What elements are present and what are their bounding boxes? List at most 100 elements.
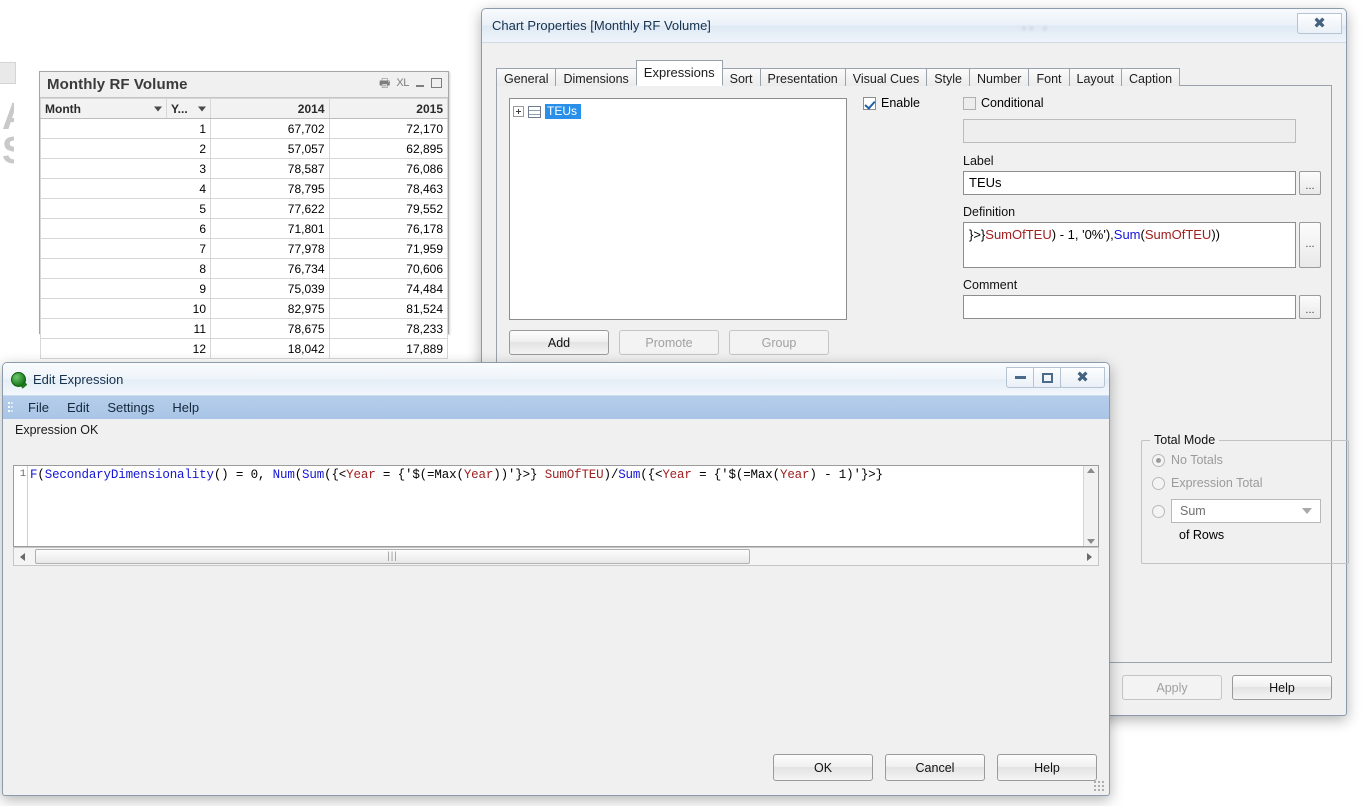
definition-input[interactable]: }>} SumOfTEU) - 1, '0%'), Sum(SumOfTEU)) [963, 221, 1296, 268]
cell-month[interactable]: 10 [40, 298, 211, 319]
cell-2015[interactable]: 78,233 [328, 318, 448, 339]
edit-expression-menubar[interactable]: File Edit Settings Help [3, 395, 1109, 419]
table-caption-bar[interactable]: Monthly RF Volume 🖶 XL [40, 72, 448, 98]
close-icon[interactable]: ✖ [1060, 367, 1105, 388]
cell-2014[interactable]: 78,587 [210, 158, 330, 179]
restore-icon[interactable] [1033, 367, 1061, 388]
column-header-2014[interactable]: 2014 [210, 98, 330, 119]
expression-tree[interactable]: TEUs [509, 98, 847, 320]
conditional-input[interactable] [963, 118, 1296, 143]
table-row[interactable]: 5 77,622 79,552 [40, 198, 448, 219]
cell-2014[interactable]: 75,039 [210, 278, 330, 299]
cell-2015[interactable]: 74,484 [328, 278, 448, 299]
cell-month[interactable]: 6 [40, 218, 211, 239]
scroll-right-icon[interactable] [1081, 548, 1098, 565]
column-header-month[interactable]: Month [40, 98, 167, 119]
table-row[interactable]: 4 78,795 78,463 [40, 178, 448, 199]
tab-expressions[interactable]: Expressions [635, 60, 723, 86]
cell-2014[interactable]: 78,675 [210, 318, 330, 339]
help-button[interactable]: Help [1232, 675, 1332, 700]
maximize-icon[interactable] [431, 78, 442, 88]
cell-2014[interactable]: 57,057 [210, 138, 330, 159]
label-input[interactable]: TEUs [963, 170, 1296, 195]
minimize-icon[interactable] [415, 78, 425, 88]
total-aggregation-select[interactable]: Sum [1171, 499, 1321, 523]
expression-tree-buttons[interactable]: Add Promote Group [509, 330, 847, 355]
table-row[interactable]: 6 71,801 76,178 [40, 218, 448, 239]
table-row[interactable]: 9 75,039 74,484 [40, 278, 448, 299]
chevron-down-icon[interactable] [154, 106, 162, 111]
radio-no-totals[interactable]: No Totals [1152, 453, 1348, 467]
scroll-left-icon[interactable] [14, 548, 31, 565]
cell-month[interactable]: 4 [40, 178, 211, 199]
comment-ellipsis-button[interactable]: ... [1299, 294, 1321, 319]
cell-2015[interactable]: 81,524 [328, 298, 448, 319]
edit-expression-footer-buttons[interactable]: OK Cancel Help [773, 754, 1097, 781]
cell-2014[interactable]: 78,795 [210, 178, 330, 199]
edit-expression-dialog[interactable]: Edit Expression ✖ File Edit Settings Help E… [2, 362, 1110, 796]
comment-input[interactable] [963, 294, 1296, 319]
resize-grip-icon[interactable] [1093, 780, 1105, 792]
menu-edit[interactable]: Edit [58, 398, 98, 418]
table-row[interactable]: 1 67,702 72,170 [40, 118, 448, 139]
radio-expression-total[interactable]: Expression Total [1152, 476, 1348, 490]
table-row[interactable]: 3 78,587 76,086 [40, 158, 448, 179]
cell-month[interactable]: 8 [40, 258, 211, 279]
chart-properties-title-bar[interactable]: Chart Properties [Monthly RF Volume] ▪▪ … [482, 9, 1346, 43]
menu-help[interactable]: Help [163, 398, 208, 418]
cell-month[interactable]: 1 [40, 118, 211, 139]
menu-grip-icon[interactable] [7, 401, 14, 415]
ok-button[interactable]: OK [773, 754, 873, 781]
minimize-icon[interactable] [1006, 367, 1034, 388]
editor-horizontal-scrollbar[interactable]: ||| [13, 547, 1099, 566]
close-icon[interactable]: ✖ [1297, 13, 1342, 34]
scroll-down-icon[interactable] [1087, 539, 1095, 544]
radio-aggregation[interactable] [1152, 504, 1165, 518]
table-row[interactable]: 12 18,042 17,889 [40, 338, 448, 359]
cell-2014[interactable]: 82,975 [210, 298, 330, 319]
conditional-checkbox[interactable]: Conditional [963, 96, 1044, 110]
cancel-button[interactable]: Cancel [885, 754, 985, 781]
cell-2014[interactable]: 76,734 [210, 258, 330, 279]
cell-2015[interactable]: 70,606 [328, 258, 448, 279]
table-row[interactable]: 8 76,734 70,606 [40, 258, 448, 279]
cell-2015[interactable]: 79,552 [328, 198, 448, 219]
monthly-rf-volume-table-object[interactable]: Monthly RF Volume 🖶 XL Month Y... 2014 2… [39, 71, 449, 359]
chevron-down-icon[interactable] [198, 106, 206, 111]
scrollbar-thumb[interactable]: ||| [35, 549, 750, 564]
column-header-year[interactable]: Y... [166, 98, 211, 119]
cell-month[interactable]: 7 [40, 238, 211, 259]
column-header-2015[interactable]: 2015 [328, 98, 448, 119]
label-ellipsis-button[interactable]: ... [1299, 170, 1321, 195]
expression-code-text[interactable]: F(SecondaryDimensionality() = 0, Num(Sum… [28, 466, 1083, 546]
scroll-up-icon[interactable] [1087, 468, 1095, 473]
cell-2015[interactable]: 78,463 [328, 178, 448, 199]
expression-editor[interactable]: 1 F(SecondaryDimensionality() = 0, Num(S… [13, 465, 1099, 547]
cell-2014[interactable]: 18,042 [210, 338, 330, 359]
edit-expression-title-bar[interactable]: Edit Expression ✖ [3, 363, 1109, 395]
cell-2014[interactable]: 77,622 [210, 198, 330, 219]
menu-settings[interactable]: Settings [98, 398, 163, 418]
plus-expander-icon[interactable] [513, 106, 524, 117]
cell-2015[interactable]: 76,178 [328, 218, 448, 239]
help-button[interactable]: Help [997, 754, 1097, 781]
definition-ellipsis-button[interactable]: ... [1299, 221, 1321, 268]
cell-month[interactable]: 11 [40, 318, 211, 339]
menu-file[interactable]: File [19, 398, 58, 418]
cell-month[interactable]: 2 [40, 138, 211, 159]
cell-2015[interactable]: 17,889 [328, 338, 448, 359]
add-button[interactable]: Add [509, 330, 609, 355]
cell-2014[interactable]: 71,801 [210, 218, 330, 239]
editor-vertical-scrollbar[interactable] [1083, 466, 1098, 546]
table-row[interactable]: 2 57,057 62,895 [40, 138, 448, 159]
cell-month[interactable]: 12 [40, 338, 211, 359]
print-icon[interactable]: 🖶 [379, 76, 390, 90]
excel-export-icon[interactable]: XL [396, 76, 409, 90]
cell-2014[interactable]: 67,702 [210, 118, 330, 139]
cell-2015[interactable]: 72,170 [328, 118, 448, 139]
expression-tree-node-teus[interactable]: TEUs [513, 103, 843, 120]
cell-month[interactable]: 3 [40, 158, 211, 179]
cell-2015[interactable]: 71,959 [328, 238, 448, 259]
cell-2015[interactable]: 76,086 [328, 158, 448, 179]
table-row[interactable]: 7 77,978 71,959 [40, 238, 448, 259]
